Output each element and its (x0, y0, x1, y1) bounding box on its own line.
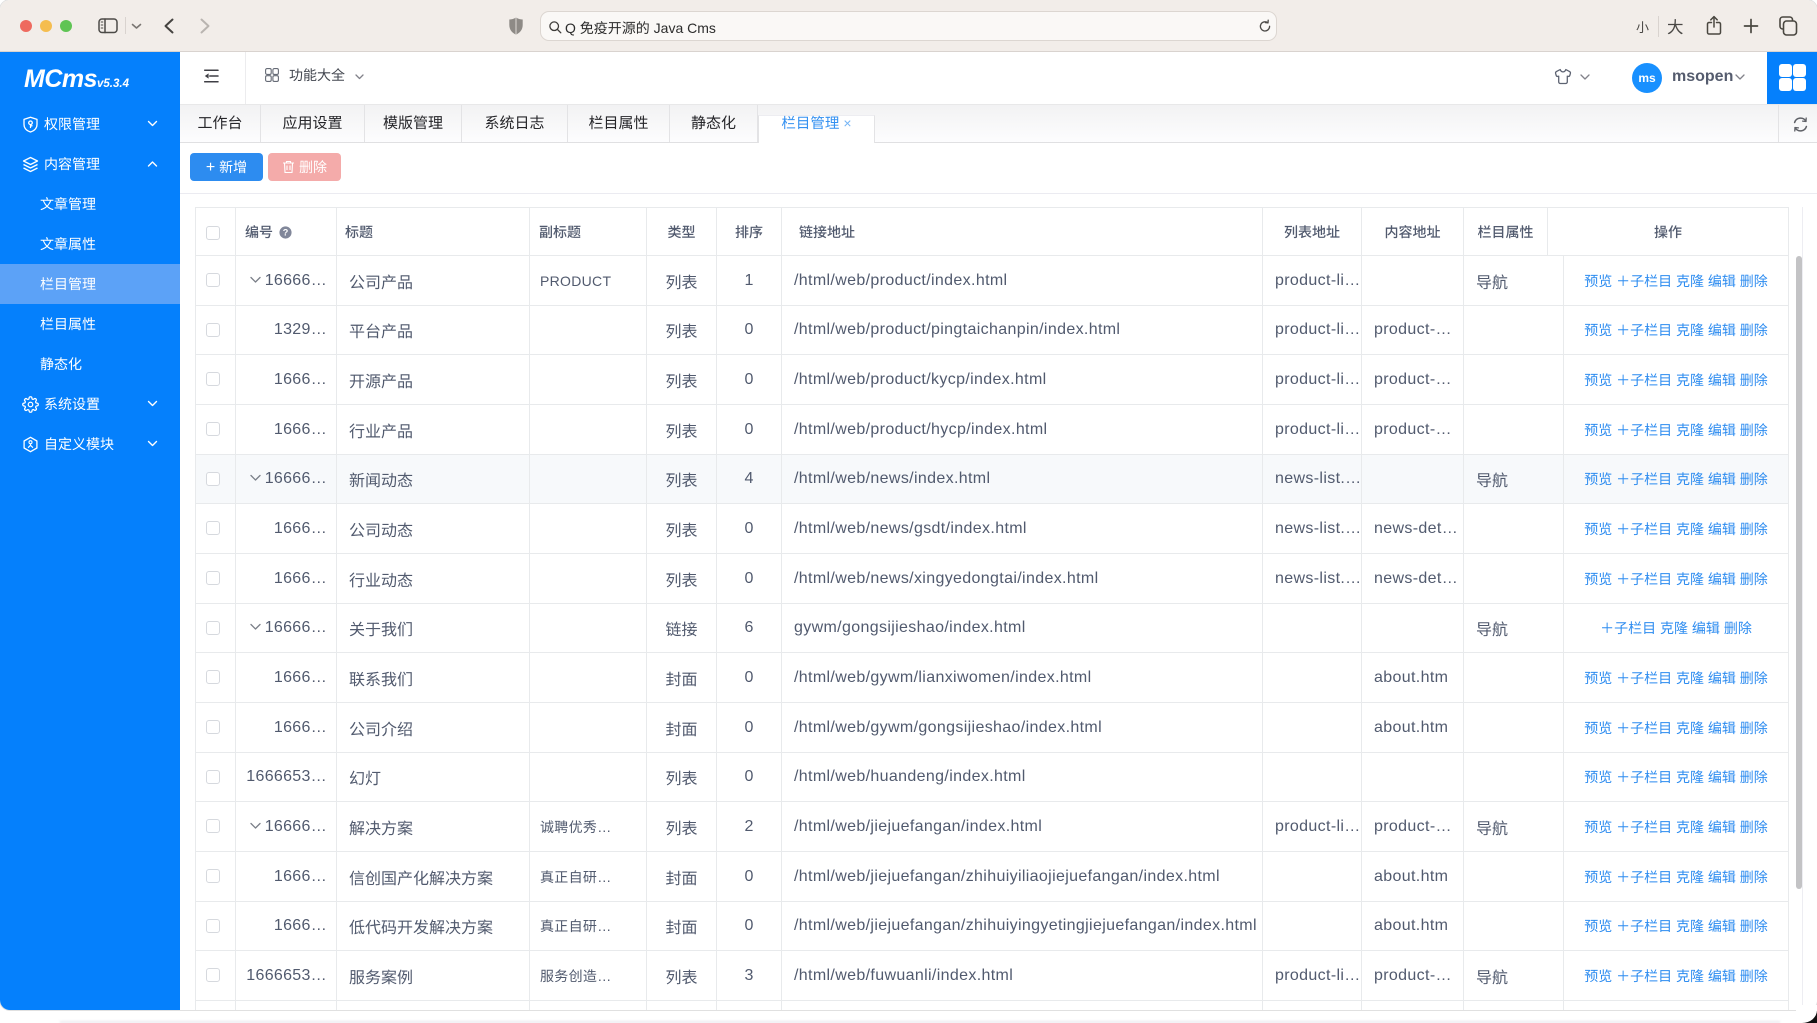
svg-text:?: ? (283, 228, 289, 238)
